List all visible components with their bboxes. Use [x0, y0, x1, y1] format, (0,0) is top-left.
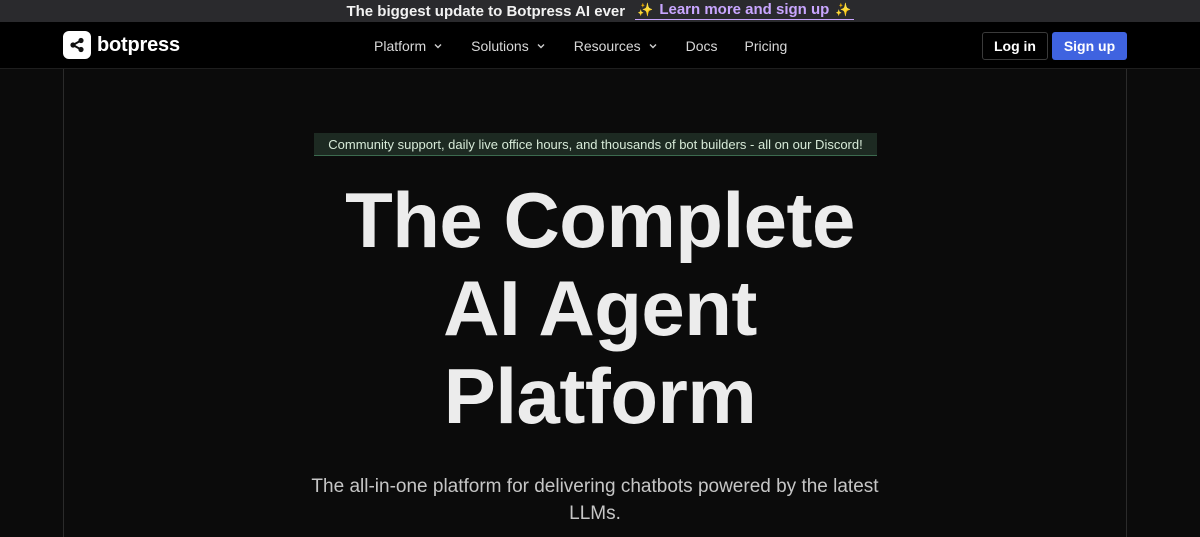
headline-line: The Complete: [345, 176, 855, 264]
top-nav: botpress Platform Solutions Resources Do…: [0, 22, 1200, 69]
announcement-cta-label: Learn more and sign up: [659, 1, 830, 18]
sparkles-icon: ✨: [835, 2, 852, 17]
nav-item-pricing[interactable]: Pricing: [745, 38, 788, 54]
announcement-cta-link[interactable]: ✨ Learn more and sign up ✨: [635, 1, 854, 20]
hero-headline: The Complete AI Agent Platform: [0, 176, 1200, 440]
brand-logo-link[interactable]: botpress: [63, 31, 180, 59]
hero-subheadline: The all-in-one platform for delivering c…: [311, 476, 879, 524]
nav-item-resources[interactable]: Resources: [574, 38, 658, 54]
nav-item-label: Solutions: [471, 37, 529, 54]
nav-item-label: Platform: [374, 37, 427, 54]
nav-item-label: Docs: [685, 37, 718, 54]
sparkles-icon: ✨: [637, 2, 654, 17]
brand-name: botpress: [97, 33, 180, 56]
announcement-text: The biggest update to Botpress AI ever: [346, 2, 626, 20]
nav-item-docs[interactable]: Docs: [686, 38, 718, 54]
discord-banner-link[interactable]: Community support, daily live office hou…: [314, 133, 877, 156]
login-button[interactable]: Log in: [982, 32, 1048, 60]
signup-button[interactable]: Sign up: [1052, 32, 1127, 60]
nav-item-solutions[interactable]: Solutions: [471, 38, 546, 54]
chevron-down-icon: [537, 43, 545, 48]
nav-links: Platform Solutions Resources Docs Pricin…: [374, 22, 814, 69]
chevron-down-icon: [649, 43, 657, 48]
nav-item-platform[interactable]: Platform: [374, 38, 443, 54]
botpress-logo-icon: [63, 31, 91, 59]
chevron-down-icon: [434, 43, 442, 48]
headline-line: Platform: [443, 352, 757, 440]
headline-line: AI Agent: [443, 264, 757, 352]
nav-item-label: Resources: [573, 37, 641, 54]
nav-item-label: Pricing: [744, 37, 788, 54]
announcement-bar: The biggest update to Botpress AI ever ✨…: [0, 0, 1200, 22]
